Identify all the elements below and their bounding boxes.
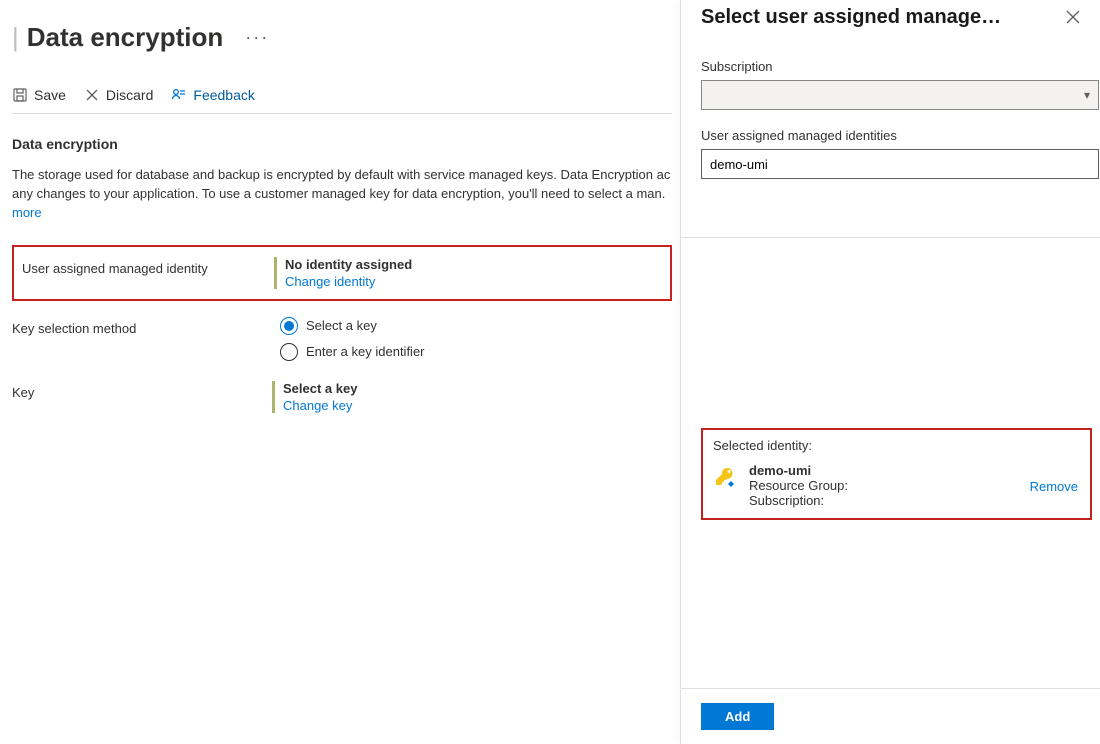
subscription-label: Subscription (701, 59, 1100, 74)
save-button[interactable]: Save (12, 87, 66, 103)
identity-text-block: demo-umi Resource Group: Subscription: (749, 463, 848, 508)
identity-name: demo-umi (749, 463, 848, 478)
panel-body: Subscription ▾ User assigned managed ide… (681, 41, 1100, 688)
radio-option-0: Select a key (306, 318, 377, 333)
radio-unchecked-icon (280, 343, 298, 361)
feedback-label: Feedback (193, 87, 254, 103)
selected-identity-row: demo-umi Resource Group: Subscription: R… (713, 463, 1080, 508)
close-button[interactable] (1062, 6, 1084, 31)
section-heading: Data encryption (12, 136, 672, 152)
selected-identity-highlight: Selected identity: demo-umi Resource Gro… (701, 428, 1092, 520)
save-label: Save (34, 87, 66, 103)
radio-option-1: Enter a key identifier (306, 344, 425, 359)
chevron-down-icon: ▾ (1084, 88, 1090, 102)
panel-title: Select user assigned manage… (701, 6, 1001, 29)
identity-rg: Resource Group: (749, 478, 848, 493)
learn-more-link[interactable]: more (12, 205, 42, 220)
feedback-icon (171, 87, 187, 103)
form-grid: Key selection method Select a key Enter … (12, 317, 672, 413)
managed-identity-icon (713, 466, 737, 490)
key-value-block: Select a key Change key (272, 381, 672, 413)
identity-value-block: No identity assigned Change identity (274, 257, 670, 289)
page-title: Data encryption (27, 22, 224, 53)
feedback-button[interactable]: Feedback (171, 87, 254, 103)
radio-select-key[interactable]: Select a key (280, 317, 672, 335)
identity-value: No identity assigned (285, 257, 670, 272)
radio-checked-icon (280, 317, 298, 335)
discard-button[interactable]: Discard (84, 87, 153, 103)
identities-search-input[interactable] (701, 149, 1099, 179)
page-title-row: | Data encryption ··· (12, 22, 672, 53)
selected-identity-heading: Selected identity: (713, 438, 1080, 453)
key-method-label: Key selection method (12, 317, 272, 336)
command-bar: Save Discard Feedback (12, 87, 672, 114)
subscription-select[interactable]: ▾ (701, 80, 1099, 110)
title-divider: | (12, 22, 19, 53)
key-method-radio-group: Select a key Enter a key identifier (280, 317, 672, 361)
identity-label: User assigned managed identity (14, 257, 274, 276)
change-key-link[interactable]: Change key (283, 398, 672, 413)
add-button[interactable]: Add (701, 703, 774, 730)
identity-sub: Subscription: (749, 493, 848, 508)
radio-enter-identifier[interactable]: Enter a key identifier (280, 343, 672, 361)
section-description: The storage used for database and backup… (12, 166, 672, 223)
panel-header: Select user assigned manage… (681, 0, 1100, 41)
discard-label: Discard (106, 87, 153, 103)
panel-divider (681, 237, 1100, 238)
identities-label: User assigned managed identities (701, 128, 1100, 143)
side-panel: Select user assigned manage… Subscriptio… (680, 0, 1100, 744)
change-identity-link[interactable]: Change identity (285, 274, 670, 289)
key-method-value: Select a key Enter a key identifier (272, 317, 672, 361)
main-content: | Data encryption ··· Save Discard (12, 22, 672, 413)
panel-footer: Add (681, 688, 1100, 744)
save-icon (12, 87, 28, 103)
key-label: Key (12, 381, 272, 400)
discard-icon (84, 87, 100, 103)
remove-identity-link[interactable]: Remove (1030, 479, 1078, 494)
key-value: Select a key (283, 381, 672, 396)
identity-row-highlight: User assigned managed identity No identi… (12, 245, 672, 301)
more-actions-button[interactable]: ··· (239, 27, 275, 48)
